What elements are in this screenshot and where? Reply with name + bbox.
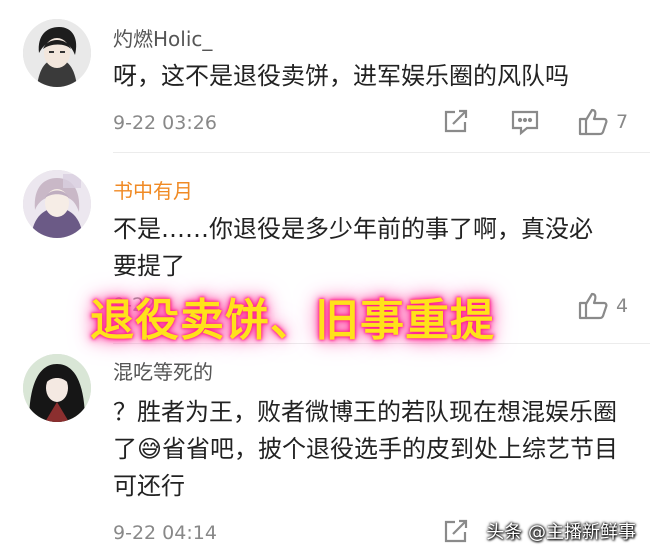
like-count: 4 <box>616 294 629 317</box>
comment-time: 9-22 04:14 <box>113 522 217 544</box>
avatar[interactable] <box>23 354 91 422</box>
username[interactable]: 混吃等死的 <box>113 356 213 385</box>
comment-text: 不是……你退役是多少年前的事了啊，真没必要提了 <box>113 215 593 280</box>
comment-button[interactable] <box>510 109 540 136</box>
share-button[interactable] <box>441 108 469 136</box>
comment-item-1: 灼燃Holic_ 呀，这不是退役卖饼，进军娱乐圈的风队吗 9-22 03:26 … <box>0 0 650 150</box>
like-button[interactable]: 7 <box>578 107 628 136</box>
avatar[interactable] <box>23 19 91 87</box>
comment-time: 9-22 03:26 <box>113 112 217 134</box>
share-icon <box>444 109 468 133</box>
comment-text: ？胜者为王，败者微博王的若队现在想混娱乐圈了😅省省吧，披个退役选手的皮到处上综艺… <box>113 398 619 500</box>
watermark: 头条 @主播新鲜事 <box>486 522 636 543</box>
like-icon <box>578 292 608 320</box>
share-icon <box>444 519 468 543</box>
comment-icon <box>511 110 539 136</box>
overlay-caption: 退役卖饼、旧事重提 <box>90 295 495 346</box>
comment-text: 呀，这不是退役卖饼，进军娱乐圈的风队吗 <box>113 62 569 90</box>
avatar[interactable] <box>23 170 91 238</box>
like-count: 7 <box>616 110 629 133</box>
like-button[interactable]: 4 <box>578 291 628 320</box>
username[interactable]: 灼燃Holic_ <box>113 23 212 52</box>
share-button[interactable] <box>441 518 469 546</box>
username[interactable]: 书中有月 <box>113 175 193 204</box>
like-icon <box>578 108 608 136</box>
